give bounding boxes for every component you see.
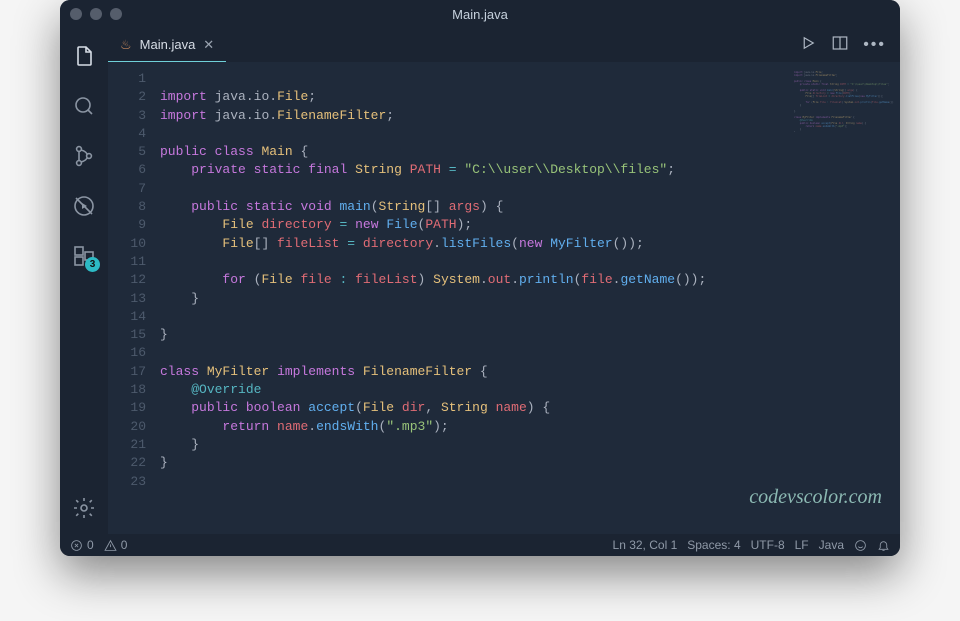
line-gutter: 1234567891011121314151617181920212223 xyxy=(108,62,156,534)
editor-area: ♨ Main.java ✕ ••• 1234567891011121314151… xyxy=(108,28,900,534)
watermark: codevscolor.com xyxy=(749,488,882,506)
source-control-icon[interactable] xyxy=(70,142,98,170)
status-encoding[interactable]: UTF-8 xyxy=(751,538,785,552)
status-errors[interactable]: 0 xyxy=(70,538,94,552)
status-language[interactable]: Java xyxy=(819,538,844,552)
editor-window: Main.java 3 xyxy=(60,0,900,556)
minimap[interactable]: import java.io.File;import java.io.Filen… xyxy=(794,68,894,132)
status-warnings[interactable]: 0 xyxy=(104,538,128,552)
status-indent[interactable]: Spaces: 4 xyxy=(687,538,740,552)
tab-bar: ♨ Main.java ✕ ••• xyxy=(108,28,900,62)
search-icon[interactable] xyxy=(70,92,98,120)
run-icon[interactable] xyxy=(799,34,817,57)
window-controls xyxy=(70,8,122,20)
zoom-window-icon[interactable] xyxy=(110,8,122,20)
tab-filename: Main.java xyxy=(140,37,196,52)
window-title: Main.java xyxy=(452,7,508,22)
split-editor-icon[interactable] xyxy=(831,34,849,57)
extensions-badge: 3 xyxy=(85,257,100,272)
status-bell-icon[interactable] xyxy=(877,539,890,552)
java-file-icon: ♨ xyxy=(120,37,132,53)
close-window-icon[interactable] xyxy=(70,8,82,20)
status-eol[interactable]: LF xyxy=(795,538,809,552)
status-cursor[interactable]: Ln 32, Col 1 xyxy=(613,538,678,552)
editor-actions: ••• xyxy=(799,28,900,62)
body: 3 ♨ Main.java ✕ ••• xyxy=(60,28,900,534)
status-bar: 0 0 Ln 32, Col 1 Spaces: 4 UTF-8 LF Java xyxy=(60,534,900,556)
code-editor[interactable]: 1234567891011121314151617181920212223 im… xyxy=(108,62,900,534)
code-content[interactable]: import java.io.File;import java.io.Filen… xyxy=(156,62,900,534)
settings-gear-icon[interactable] xyxy=(70,494,98,522)
extensions-icon[interactable]: 3 xyxy=(70,242,98,270)
activity-bar: 3 xyxy=(60,28,108,534)
minimize-window-icon[interactable] xyxy=(90,8,102,20)
status-feedback-icon[interactable] xyxy=(854,539,867,552)
more-actions-icon[interactable]: ••• xyxy=(863,36,886,54)
explorer-icon[interactable] xyxy=(70,42,98,70)
tab-main-java[interactable]: ♨ Main.java ✕ xyxy=(108,28,226,62)
titlebar: Main.java xyxy=(60,0,900,28)
tab-close-icon[interactable]: ✕ xyxy=(203,37,214,53)
debug-icon[interactable] xyxy=(70,192,98,220)
